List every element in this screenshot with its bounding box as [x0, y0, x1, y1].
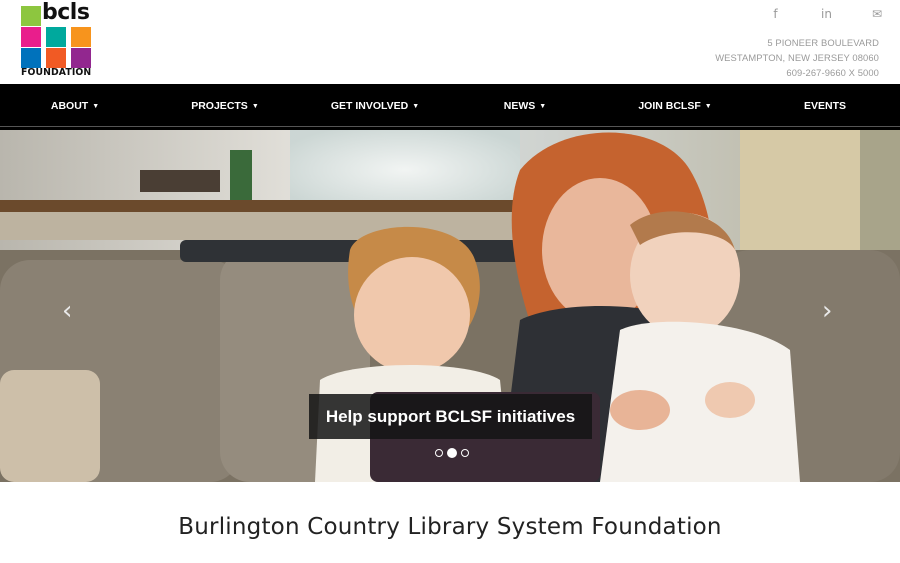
logo-square-red-orange [46, 48, 66, 68]
carousel-indicator-3[interactable] [461, 449, 469, 457]
logo-square-orange [71, 27, 91, 47]
logo-square-teal [46, 27, 66, 47]
social-links: f in ✉ [750, 7, 882, 21]
caret-down-icon: ▼ [251, 103, 259, 110]
page-title: Burlington Country Library System Founda… [178, 514, 722, 540]
carousel-indicator-1[interactable] [435, 449, 443, 457]
logo-square-magenta [21, 27, 41, 47]
contact-address: 5 PIONEER BOULEVARD WESTAMPTON, NEW JERS… [715, 35, 879, 80]
carousel-indicators [435, 448, 469, 458]
logo-subtitle: FOUNDATION [21, 67, 92, 78]
address-street: 5 PIONEER BOULEVARD [767, 37, 879, 48]
nav-item-join-bclsf[interactable]: JOIN BCLSF ▼ [600, 100, 750, 112]
caret-down-icon: ▼ [92, 103, 100, 110]
nav-item-get-involved[interactable]: GET INVOLVED ▼ [300, 100, 450, 112]
caret-down-icon: ▼ [704, 103, 712, 110]
hero-caption[interactable]: Help support BCLSF initiatives [309, 394, 592, 439]
carousel-prev-icon[interactable]: ‹ [62, 298, 72, 324]
logo-square-green [21, 6, 41, 26]
logo-wordmark: bcls [42, 0, 90, 25]
nav-item-label: PROJECTS [191, 100, 248, 112]
carousel-next-icon[interactable]: › [822, 298, 832, 324]
linkedin-icon[interactable]: in [801, 7, 852, 21]
nav-item-news[interactable]: NEWS ▼ [450, 100, 600, 112]
logo-square-purple [71, 48, 91, 68]
facebook-icon[interactable]: f [750, 7, 801, 21]
address-phone[interactable]: 609-267-9660 X 5000 [715, 65, 879, 80]
caret-down-icon: ▼ [412, 103, 420, 110]
nav-item-label: NEWS [503, 100, 536, 112]
site-header: bcls FOUNDATION f in ✉ 5 PIONEER BOULEVA… [0, 0, 900, 84]
bcls-logo[interactable]: bcls FOUNDATION [21, 0, 93, 79]
nav-item-label: EVENTS [803, 100, 846, 112]
nav-item-events[interactable]: EVENTS [750, 100, 900, 112]
nav-item-projects[interactable]: PROJECTS ▼ [150, 100, 300, 112]
nav-item-label: GET INVOLVED [330, 100, 409, 112]
carousel-indicator-2[interactable] [447, 448, 457, 458]
nav-item-about[interactable]: ABOUT ▼ [0, 100, 150, 112]
mail-icon[interactable]: ✉ [852, 7, 882, 21]
caret-down-icon: ▼ [539, 103, 547, 110]
address-city: WESTAMPTON, NEW JERSEY 08060 [715, 52, 879, 63]
nav-item-label: ABOUT [50, 100, 89, 112]
logo-square-blue [21, 48, 41, 68]
nav-item-label: JOIN BCLSF [638, 100, 701, 112]
main-navigation: ABOUT ▼ PROJECTS ▼ GET INVOLVED ▼ NEWS ▼ JOI… [0, 84, 900, 130]
